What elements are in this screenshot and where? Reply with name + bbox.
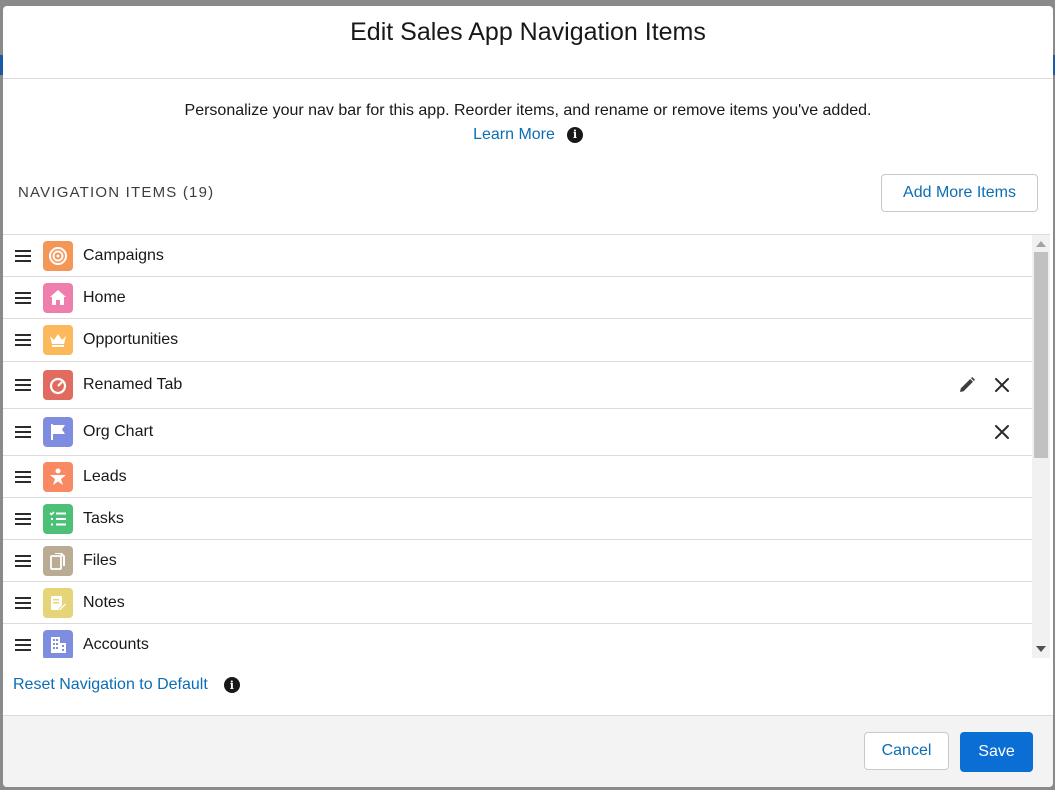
- reset-navigation-row: Reset Navigation to Default i: [13, 676, 240, 694]
- home-icon: [43, 282, 73, 313]
- add-more-items-button[interactable]: Add More Items: [881, 174, 1038, 212]
- navigation-items-title: NAVIGATION ITEMS (19): [18, 184, 215, 201]
- modal-title: Edit Sales App Navigation Items: [350, 18, 706, 47]
- scrollbar-thumb[interactable]: [1034, 252, 1048, 458]
- navigation-item-row[interactable]: Home: [3, 277, 1032, 319]
- note-pencil-icon: [43, 587, 73, 618]
- navigation-items-list-container[interactable]: Campaigns Home Opportunities Renamed Tab Org…: [3, 234, 1050, 658]
- modal-header: Edit Sales App Navigation Items: [3, 6, 1053, 79]
- edit-navigation-modal: Edit Sales App Navigation Items Personal…: [3, 6, 1053, 787]
- drag-handle-icon[interactable]: [15, 512, 31, 526]
- navigation-item-label: Opportunities: [83, 331, 179, 348]
- navigation-item-label: Accounts: [83, 635, 149, 653]
- drag-handle-icon[interactable]: [15, 249, 31, 263]
- scroll-up-arrow-icon[interactable]: [1036, 241, 1046, 247]
- drag-handle-icon[interactable]: [15, 333, 31, 347]
- remove-close-icon[interactable]: [990, 373, 1014, 397]
- scroll-down-arrow-icon[interactable]: [1036, 646, 1046, 652]
- learn-more-row: Learn More i: [473, 123, 583, 147]
- navigation-item-row[interactable]: Leads: [3, 456, 1032, 498]
- navigation-item-row[interactable]: Campaigns: [3, 235, 1032, 277]
- navigation-item-row[interactable]: Org Chart: [3, 409, 1032, 456]
- campaign-target-icon: [43, 240, 73, 271]
- cancel-button[interactable]: Cancel: [864, 732, 949, 770]
- reset-info-icon[interactable]: i: [223, 677, 240, 693]
- remove-close-icon[interactable]: [990, 420, 1014, 444]
- intro-block: Personalize your nav bar for this app. R…: [3, 79, 1053, 147]
- modal-footer: Cancel Save: [3, 715, 1053, 787]
- navigation-item-label: Org Chart: [83, 423, 154, 440]
- navigation-item-label: Campaigns: [83, 246, 164, 264]
- learn-more-link[interactable]: Learn More: [473, 123, 555, 147]
- navigation-item-row[interactable]: Opportunities: [3, 319, 1032, 362]
- navigation-item-label: Leads: [83, 467, 127, 485]
- drag-handle-icon[interactable]: [15, 425, 31, 439]
- navigation-item-label: Home: [83, 288, 126, 306]
- drag-handle-icon[interactable]: [15, 596, 31, 610]
- crown-icon: [43, 325, 73, 355]
- info-icon[interactable]: i: [566, 127, 583, 143]
- navigation-item-row[interactable]: Renamed Tab: [3, 362, 1032, 409]
- drag-handle-icon[interactable]: [15, 554, 31, 568]
- intro-text: Personalize your nav bar for this app. R…: [184, 102, 872, 119]
- navigation-item-label: Notes: [83, 593, 125, 611]
- navigation-item-row[interactable]: Files: [3, 540, 1032, 582]
- drag-handle-icon[interactable]: [15, 291, 31, 305]
- lead-star-person-icon: [43, 461, 73, 492]
- drag-handle-icon[interactable]: [15, 378, 31, 392]
- flag-icon: [43, 417, 73, 447]
- checklist-icon: [43, 503, 73, 534]
- drag-handle-icon[interactable]: [15, 638, 31, 652]
- navigation-item-label: Files: [83, 551, 117, 569]
- save-button[interactable]: Save: [960, 732, 1033, 772]
- reset-navigation-link[interactable]: Reset Navigation to Default: [13, 676, 208, 694]
- navigation-items-list: Campaigns Home Opportunities Renamed Tab Org…: [3, 235, 1032, 658]
- navigation-item-row[interactable]: Accounts: [3, 624, 1032, 658]
- navigation-item-label: Tasks: [83, 509, 124, 527]
- dashboard-gauge-icon: [43, 370, 73, 400]
- navigation-items-header: NAVIGATION ITEMS (19) Add More Items: [18, 174, 1038, 214]
- building-icon: [43, 629, 73, 658]
- files-icon: [43, 545, 73, 576]
- navigation-item-row[interactable]: Notes: [3, 582, 1032, 624]
- drag-handle-icon[interactable]: [15, 470, 31, 484]
- navigation-item-label: Renamed Tab: [83, 376, 183, 393]
- edit-pencil-icon[interactable]: [955, 373, 979, 397]
- navigation-item-row[interactable]: Tasks: [3, 498, 1032, 540]
- list-scrollbar[interactable]: [1032, 235, 1050, 658]
